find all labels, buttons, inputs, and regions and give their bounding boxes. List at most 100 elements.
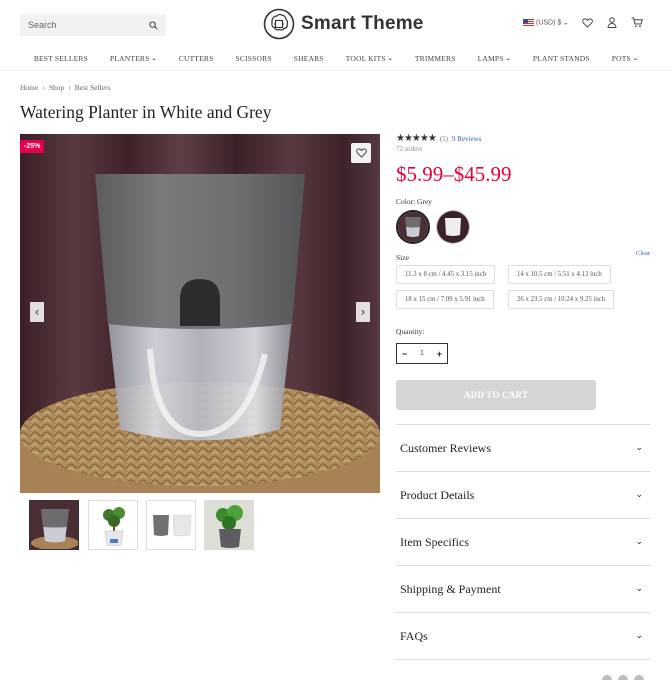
add-to-cart-button[interactable]: ADD TO CART bbox=[396, 380, 596, 410]
size-option-3[interactable]: 18 x 15 cm / 7.09 x 5.91 inch bbox=[396, 290, 494, 309]
nav-item-label: PLANT STANDS bbox=[532, 53, 590, 63]
quantity-stepper[interactable]: − 1 + bbox=[396, 343, 448, 364]
star-rating-icon: ★★★★★ bbox=[396, 133, 437, 144]
chevron-left-icon: ‹ bbox=[34, 305, 40, 319]
color-label: Color: Grey bbox=[396, 197, 433, 206]
nav-item-cutters[interactable]: CUTTERS bbox=[168, 48, 225, 68]
size-label: Size bbox=[396, 253, 409, 262]
facebook-icon[interactable] bbox=[602, 675, 612, 680]
chevron-down-icon: ⌄ bbox=[635, 490, 643, 500]
currency-selector[interactable]: (USD) $ ⌄ bbox=[523, 18, 568, 27]
accordion-item-specifics[interactable]: Item Specifics ⌄ bbox=[396, 518, 651, 565]
plus-icon[interactable]: + bbox=[437, 349, 442, 359]
search-bar[interactable] bbox=[20, 14, 166, 36]
nav-item-label: SCISSORS bbox=[235, 53, 272, 63]
nav-item-tool-kits[interactable]: TOOL KITS ⌄ bbox=[335, 48, 404, 68]
chevron-right-icon: › bbox=[360, 305, 366, 319]
chevron-down-icon: ⌄ bbox=[635, 631, 643, 641]
discount-badge: -25% bbox=[20, 140, 45, 153]
size-option-4[interactable]: 26 x 23.5 cm / 10.24 x 9.25 inch bbox=[508, 290, 615, 309]
logo-text: Smart Theme bbox=[301, 13, 424, 34]
nav-item-label: TRIMMERS bbox=[414, 53, 456, 63]
nav-item-label: PLANTERS bbox=[109, 53, 150, 63]
twitter-icon[interactable] bbox=[618, 675, 628, 680]
rating-row: ★★★★★ (5) 9 Reviews bbox=[396, 133, 481, 144]
nav-item-best-sellers[interactable]: BEST SELLERS bbox=[23, 48, 99, 68]
nav-item-label: SHEARS bbox=[293, 53, 324, 63]
header-divider bbox=[0, 70, 672, 71]
quantity-label: Quantity: bbox=[396, 327, 425, 336]
logo[interactable]: Smart Theme bbox=[263, 8, 424, 40]
breadcrumb: Home › Shop › Best Sellers bbox=[20, 83, 110, 92]
breadcrumb-item[interactable]: Home bbox=[20, 83, 38, 92]
chevron-down-icon: ⌄ bbox=[151, 55, 157, 62]
heart-icon bbox=[355, 148, 367, 158]
accordion-label: FAQs bbox=[400, 628, 428, 643]
header-actions: (USD) $ ⌄ bbox=[523, 17, 644, 28]
nav-item-shears[interactable]: SHEARS bbox=[283, 48, 335, 68]
nav-item-label: POTS bbox=[611, 53, 631, 63]
search-icon[interactable] bbox=[149, 20, 158, 30]
main-nav: BEST SELLERS PLANTERS ⌄ CUTTERS SCISSORS SHEA… bbox=[0, 48, 672, 68]
main-product-image[interactable] bbox=[20, 134, 380, 493]
planter-photo bbox=[20, 134, 380, 493]
breadcrumb-separator: › bbox=[68, 83, 71, 92]
search-input[interactable] bbox=[28, 20, 149, 30]
thumbnail-1[interactable] bbox=[29, 500, 79, 550]
nav-item-pots[interactable]: POTS ⌄ bbox=[601, 48, 649, 68]
accordion-label: Customer Reviews bbox=[400, 440, 491, 455]
size-option-1[interactable]: 11.3 x 8 cm / 4.45 x 3.15 inch bbox=[396, 265, 496, 284]
chevron-down-icon: ⌄ bbox=[635, 443, 643, 453]
accordion-label: Shipping & Payment bbox=[400, 581, 501, 596]
nav-item-label: TOOL KITS bbox=[345, 53, 386, 63]
breadcrumb-separator: › bbox=[42, 83, 45, 92]
chevron-down-icon: ⌄ bbox=[632, 55, 639, 62]
gallery-next-button[interactable]: › bbox=[356, 302, 370, 322]
pinterest-icon[interactable] bbox=[634, 675, 644, 680]
accordion-shipping-payment[interactable]: Shipping & Payment ⌄ bbox=[396, 565, 651, 612]
currency-label: (USD) $ bbox=[536, 19, 562, 27]
gallery-prev-button[interactable]: ‹ bbox=[30, 302, 44, 322]
size-option-2[interactable]: 14 x 10.5 cm / 5.51 x 4.13 inch bbox=[508, 265, 611, 284]
thumbnail-2[interactable] bbox=[88, 500, 138, 550]
chevron-down-icon: ⌄ bbox=[635, 537, 643, 547]
color-swatch-white[interactable] bbox=[436, 210, 470, 244]
reviews-link[interactable]: 9 Reviews bbox=[452, 135, 481, 143]
thumbnail-3[interactable] bbox=[146, 500, 196, 550]
us-flag-icon bbox=[523, 18, 534, 26]
clear-selection-link[interactable]: Clear bbox=[636, 250, 650, 257]
breadcrumb-item[interactable]: Best Sellers bbox=[75, 83, 111, 92]
nav-item-scissors[interactable]: SCISSORS bbox=[225, 48, 283, 68]
chevron-down-icon: ⌄ bbox=[505, 55, 511, 62]
minus-icon[interactable]: − bbox=[402, 349, 407, 359]
breadcrumb-item[interactable]: Shop bbox=[49, 83, 64, 92]
nav-item-trimmers[interactable]: TRIMMERS bbox=[404, 48, 467, 68]
accordion-label: Item Specifics bbox=[400, 534, 469, 549]
color-swatch-grey[interactable] bbox=[396, 210, 430, 244]
accordion-product-details[interactable]: Product Details ⌄ bbox=[396, 471, 651, 518]
heart-icon[interactable] bbox=[582, 17, 594, 28]
accordion-faqs[interactable]: FAQs ⌄ bbox=[396, 612, 651, 659]
nav-item-planters[interactable]: PLANTERS ⌄ bbox=[99, 48, 168, 68]
brain-chip-logo-icon bbox=[263, 8, 295, 40]
accordion-divider bbox=[396, 659, 651, 660]
thumbnail-4[interactable] bbox=[204, 500, 254, 550]
social-share bbox=[602, 675, 644, 680]
nav-item-plant-stands[interactable]: PLANT STANDS bbox=[522, 48, 601, 68]
price-range: $5.99–$45.99 bbox=[396, 162, 512, 186]
user-icon[interactable] bbox=[607, 17, 617, 28]
quantity-value[interactable]: 1 bbox=[420, 350, 424, 357]
nav-item-label: LAMPS bbox=[477, 53, 504, 63]
cart-icon[interactable] bbox=[631, 17, 644, 28]
nav-item-lamps[interactable]: LAMPS ⌄ bbox=[467, 48, 522, 68]
accordion-label: Product Details bbox=[400, 487, 475, 502]
orders-count: 72 orders bbox=[396, 145, 423, 153]
nav-item-label: BEST SELLERS bbox=[33, 53, 88, 63]
rating-count: (5) bbox=[439, 134, 448, 143]
nav-item-label: CUTTERS bbox=[178, 53, 214, 63]
chevron-down-icon: ⌄ bbox=[635, 584, 643, 594]
accordion-customer-reviews[interactable]: Customer Reviews ⌄ bbox=[396, 424, 651, 471]
product-title: Watering Planter in White and Grey bbox=[20, 102, 272, 122]
chevron-down-icon: ⌄ bbox=[387, 55, 393, 62]
wishlist-button[interactable] bbox=[351, 143, 371, 163]
